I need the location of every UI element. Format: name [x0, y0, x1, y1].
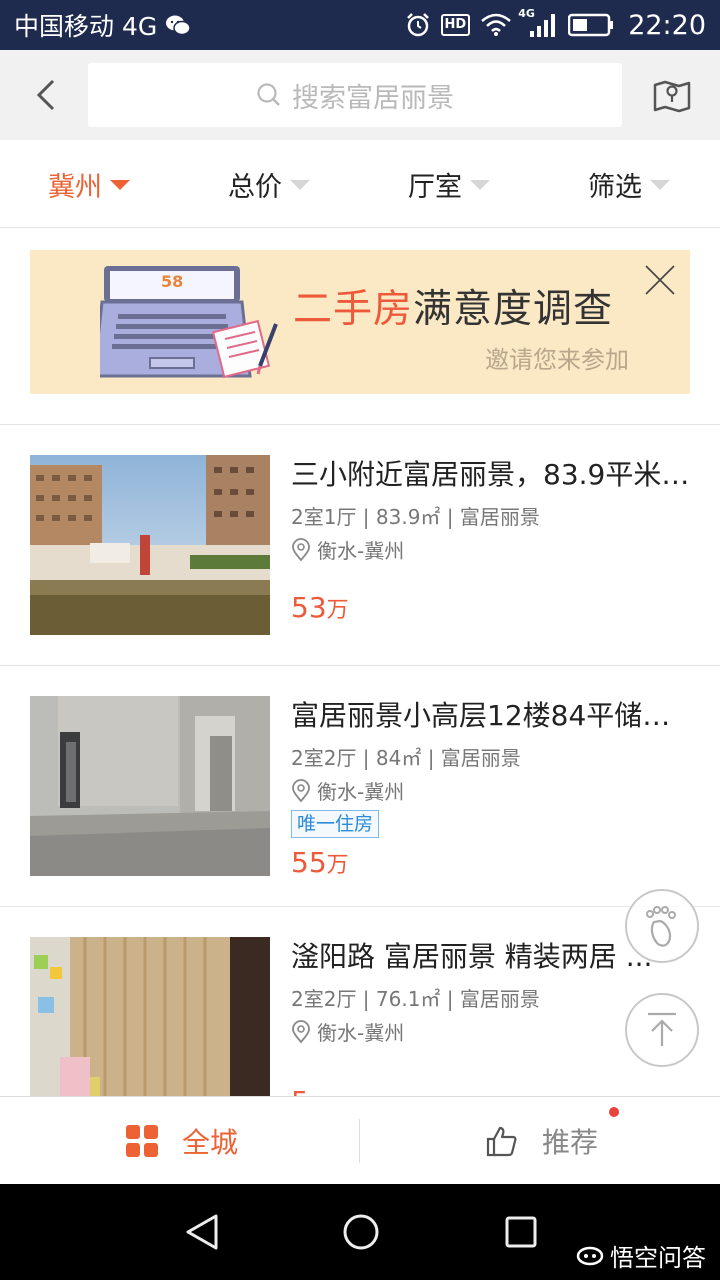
location-pin-icon: [292, 778, 310, 802]
circle-home-icon: [343, 1214, 379, 1250]
location-text: 衡水-冀州: [317, 1021, 405, 1045]
clock: 22:20: [628, 9, 706, 41]
location-pin-icon: [292, 1019, 310, 1043]
square-recents-icon: [505, 1216, 537, 1248]
listing-meta: 2室2厅 | 84㎡ | 富居丽景: [291, 746, 521, 770]
carrier-label: 中国移动 4G: [14, 12, 158, 41]
wechat-icon: [166, 15, 191, 36]
signal-icon: 4G: [518, 7, 558, 39]
listing-title: 富居丽景小高层12楼84平储藏室: [291, 699, 691, 732]
location-text: 衡水-冀州: [317, 539, 405, 563]
listing-price: 55万: [291, 846, 349, 879]
listing-photo: [30, 455, 270, 635]
location-text: 衡水-冀州: [317, 780, 405, 804]
tab-divider: [359, 1119, 360, 1163]
app-screen: 中国移动 4G HD 4G 22:20 搜索富居丽景 冀州 总价 厅室 筛选 5…: [0, 0, 720, 1280]
banner-title-highlight: 二手房: [293, 287, 414, 332]
status-icons: HD 4G 22:20: [405, 7, 706, 41]
filter-label: 冀州: [48, 171, 102, 203]
location-pin-icon: [292, 537, 310, 561]
notification-dot: [609, 1107, 619, 1117]
listing-price: 53万: [291, 591, 349, 624]
nav-back-button[interactable]: [182, 1212, 222, 1252]
price-unit: 万: [326, 598, 349, 623]
listing-photo: [30, 696, 270, 876]
status-bar: 中国移动 4G HD 4G 22:20: [0, 0, 720, 50]
search-header: 搜索富居丽景: [0, 50, 720, 140]
laptop-illustration: [100, 266, 278, 379]
map-icon: [653, 80, 691, 113]
tab-recommend[interactable]: 推荐: [486, 1097, 598, 1185]
filter-label: 厅室: [408, 171, 462, 203]
filter-rooms[interactable]: 厅室: [408, 140, 490, 228]
listing-location: 衡水-冀州: [291, 1017, 404, 1046]
map-button[interactable]: [648, 72, 696, 118]
footprint-icon: [646, 906, 676, 947]
wukong-logo-icon: [576, 1246, 604, 1265]
nav-recents-button[interactable]: [501, 1212, 541, 1252]
price-unit: 万: [326, 853, 349, 878]
listing-location: 衡水-冀州: [291, 776, 404, 805]
listing-location: 衡水-冀州: [291, 535, 404, 564]
thumbs-up-icon: [486, 1126, 517, 1157]
nav-home-button[interactable]: [341, 1212, 381, 1252]
listing-title: 三小附近富居丽景，83.9平米，两室一厅: [291, 458, 691, 491]
price-value: 5: [291, 1085, 309, 1096]
filter-label: 筛选: [588, 171, 642, 203]
banner-title-rest: 满意度调查: [413, 287, 614, 332]
filter-total-price[interactable]: 总价: [228, 140, 310, 228]
caret-down-icon: [290, 180, 310, 190]
survey-banner[interactable]: 58 二手房满意度调查 邀请您来参加: [30, 250, 690, 394]
chevron-left-icon: [36, 79, 55, 111]
banner-logo: 58: [161, 272, 184, 291]
caret-down-icon: [470, 180, 490, 190]
triangle-back-icon: [186, 1214, 218, 1250]
listing-meta: 2室1厅 | 83.9㎡ | 富居丽景: [291, 505, 540, 529]
listing-meta: 2室2厅 | 76.1㎡ | 富居丽景: [291, 987, 540, 1011]
filter-label: 总价: [228, 171, 282, 203]
tab-label: 全城: [182, 1126, 239, 1159]
list-item[interactable]: 滏阳路 富居丽景 精装两居 ... 2室2厅 | 76.1㎡ | 富居丽景 衡水…: [0, 907, 720, 1096]
grid-icon: [126, 1125, 158, 1157]
filter-city[interactable]: 冀州: [48, 140, 130, 228]
back-button[interactable]: [24, 72, 68, 118]
wukong-watermark: 悟空问答: [576, 1238, 706, 1273]
price-value: 53: [291, 591, 327, 624]
caret-down-icon: [110, 180, 130, 190]
footprint-button[interactable]: [625, 889, 699, 963]
filter-bar: 冀州 总价 厅室 筛选: [0, 140, 720, 228]
listing-tag: 唯一住房: [291, 810, 380, 838]
list-item[interactable]: 富居丽景小高层12楼84平储藏室 2室2厅 | 84㎡ | 富居丽景 衡水-冀州…: [0, 666, 720, 907]
search-input[interactable]: 搜索富居丽景: [88, 63, 622, 127]
battery-icon: [568, 13, 614, 37]
wifi-icon: [481, 13, 512, 36]
banner-title: 二手房满意度调查: [293, 278, 613, 334]
arrow-up-icon: [648, 1012, 676, 1046]
filter-more[interactable]: 筛选: [588, 140, 670, 228]
bottom-tab-bar: 全城 推荐: [0, 1096, 720, 1184]
alarm-icon: [406, 13, 429, 37]
listing-price: 5: [291, 1085, 309, 1096]
hd-icon: HD: [440, 14, 471, 36]
close-icon[interactable]: [642, 262, 678, 298]
tab-label: 推荐: [542, 1126, 599, 1159]
search-placeholder: 搜索富居丽景: [292, 82, 454, 114]
price-value: 55: [291, 846, 327, 879]
list-item[interactable]: 三小附近富居丽景，83.9平米，两室一厅 2室1厅 | 83.9㎡ | 富居丽景…: [0, 425, 720, 666]
caret-down-icon: [650, 180, 670, 190]
listing-photo: [30, 937, 270, 1096]
tab-city[interactable]: 全城: [126, 1097, 238, 1185]
search-icon: [257, 83, 280, 106]
watermark-text: 悟空问答: [610, 1244, 706, 1272]
banner-subtitle: 邀请您来参加: [485, 346, 629, 374]
back-to-top-button[interactable]: [625, 993, 699, 1067]
